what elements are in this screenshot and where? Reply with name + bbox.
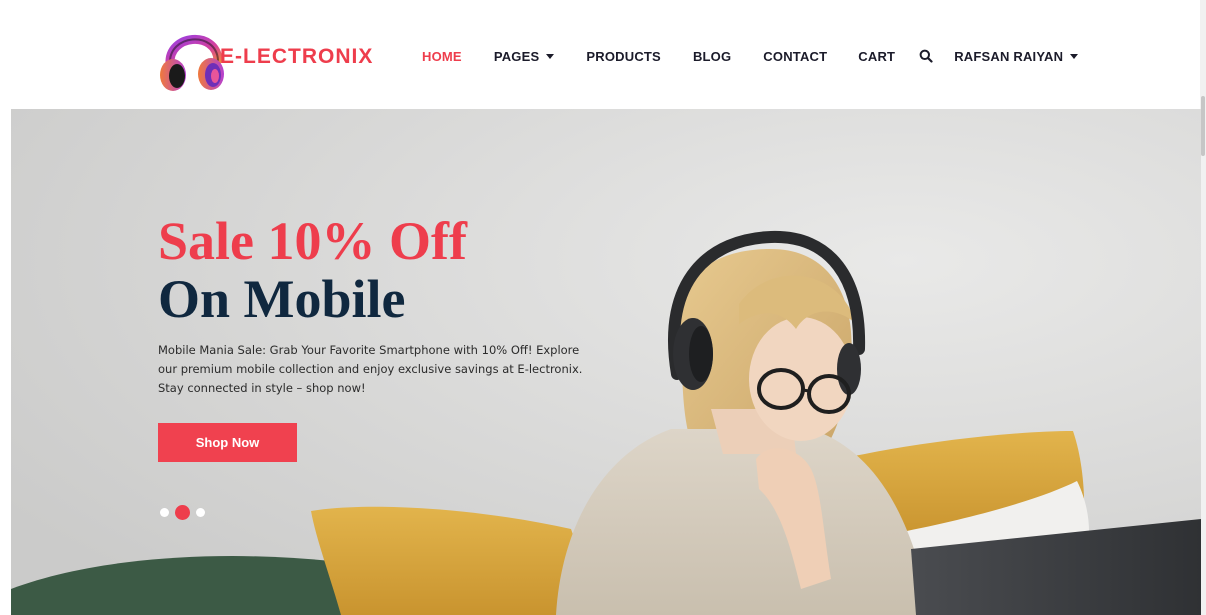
nav-pages-label: PAGES [493, 48, 540, 64]
search-icon[interactable] [919, 49, 933, 63]
user-menu[interactable]: RAFSAN RAIYAN [954, 48, 1079, 64]
brand-logo[interactable]: E-LECTRONIX [158, 20, 372, 94]
brand-name: E-LECTRONIX [220, 45, 374, 68]
slider-dots [160, 505, 205, 520]
main-nav: HOME PAGES PRODUCTS BLOG CONTACT CART RA… [422, 47, 1079, 65]
hero-description: Mobile Mania Sale: Grab Your Favorite Sm… [158, 343, 583, 395]
site-header: E-LECTRONIX HOME PAGES PRODUCTS BLOG CON… [0, 0, 1206, 109]
nav-blog[interactable]: BLOG [693, 49, 731, 64]
slider-dot-1[interactable] [160, 508, 169, 517]
nav-home[interactable]: HOME [422, 49, 462, 64]
nav-contact[interactable]: CONTACT [763, 49, 827, 64]
slider-dot-3[interactable] [196, 508, 205, 517]
caret-down-icon [546, 54, 555, 59]
nav-products[interactable]: PRODUCTS [586, 49, 661, 64]
hero-title-line1: Sale 10% Off [158, 211, 467, 271]
user-name: RAFSAN RAIYAN [954, 48, 1064, 64]
slider-dot-2[interactable] [175, 505, 190, 520]
shop-now-button[interactable]: Shop Now [158, 423, 297, 462]
caret-down-icon [1070, 54, 1079, 59]
hero-slider: Sale 10% Off On Mobile Mobile Mania Sale… [11, 109, 1201, 615]
nav-pages[interactable]: PAGES [494, 49, 555, 64]
nav-cart[interactable]: CART [858, 49, 895, 64]
scrollbar-thumb[interactable] [1201, 96, 1205, 156]
hero-title-line2: On Mobile [158, 269, 406, 329]
